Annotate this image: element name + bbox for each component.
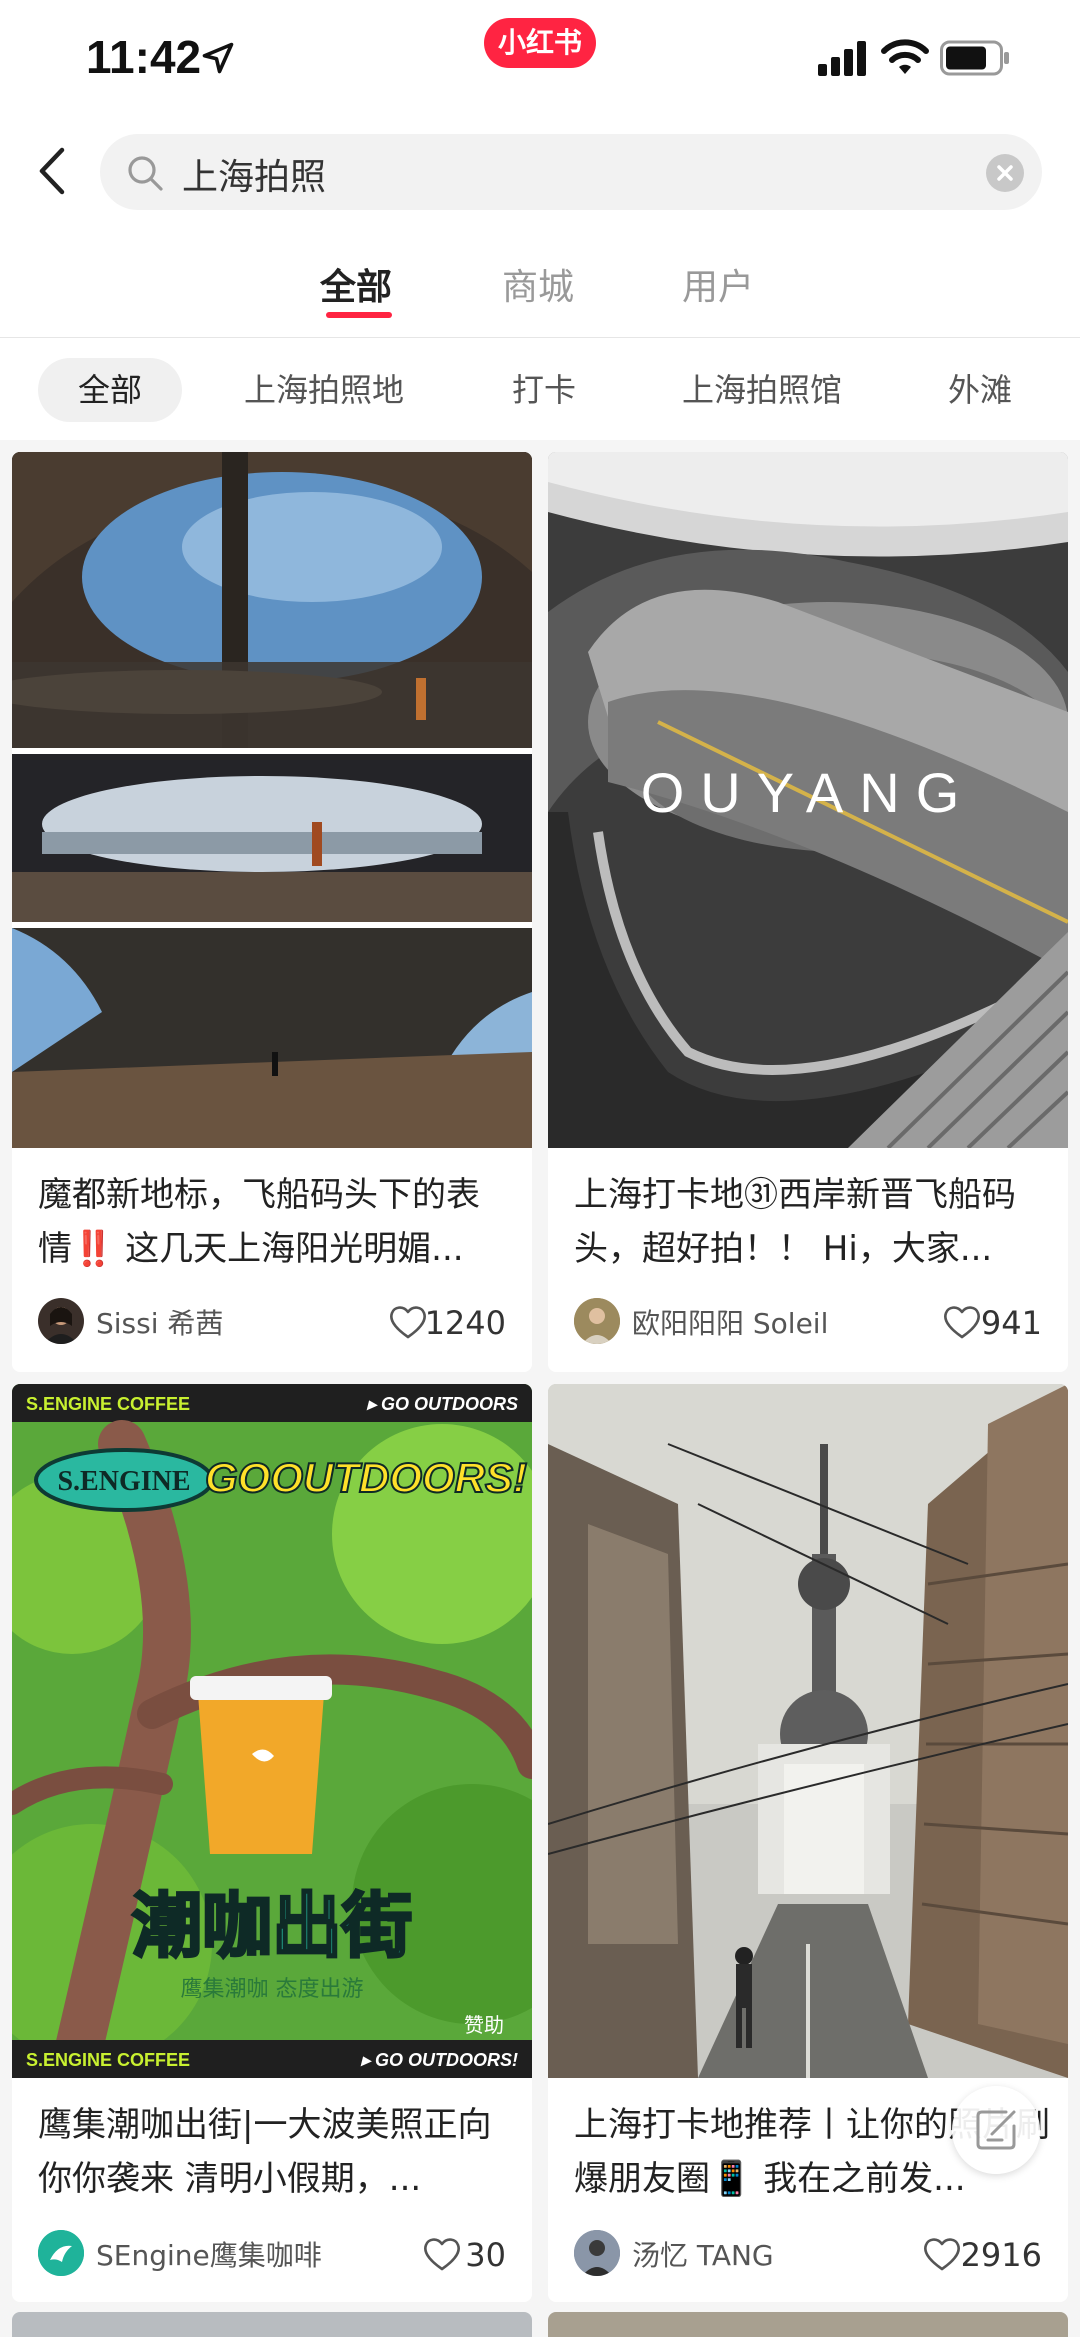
ad-bottom-right-text: ▸ GO OUTDOORS!	[360, 2050, 518, 2070]
note-cover-image[interactable]	[548, 1384, 1068, 2078]
search-icon	[128, 156, 163, 191]
app-badge: 小红书	[484, 18, 596, 68]
wifi-icon	[881, 39, 929, 74]
like-count: 2916	[960, 2236, 1042, 2274]
edit-icon	[976, 2110, 1016, 2150]
heart-icon[interactable]	[942, 1304, 982, 1340]
search-query-text: 上海拍照	[182, 157, 327, 198]
note-card[interactable]: OUYANG 上海打卡地㉛西岸新晋飞船码头，超好拍！！ Hi，大家... 欧阳阳…	[548, 452, 1068, 1372]
tab-all[interactable]: 全部	[320, 258, 392, 310]
active-tab-indicator	[326, 312, 392, 318]
like-count: 30	[465, 2236, 506, 2274]
like-count: 941	[980, 1304, 1042, 1342]
ad-top-left-text: S.ENGINE COFFEE	[26, 1394, 190, 1414]
heart-icon[interactable]	[388, 1304, 428, 1340]
like-count: 1240	[424, 1304, 506, 1342]
ad-brand-text: S.ENGINE	[57, 1466, 190, 1497]
ad-bottom-left-text: S.ENGINE COFFEE	[26, 2050, 190, 2070]
note-cover-image[interactable]: S.ENGINE COFFEE ▸ GO OUTDOORS S.ENGINE G…	[12, 1384, 532, 2078]
result-tabs: 全部 商城 用户	[0, 224, 1080, 338]
note-card[interactable]: S.ENGINE COFFEE ▸ GO OUTDOORS S.ENGINE G…	[12, 1384, 532, 2302]
tab-users[interactable]: 用户	[682, 258, 754, 310]
note-title: 上海打卡地㉛西岸新晋飞船码头，超好拍！！ Hi，大家...	[574, 1175, 1016, 1269]
note-cover-image[interactable]: OUYANG	[548, 452, 1068, 1148]
chip-shanghai-photo-spots[interactable]: 上海拍照地	[244, 358, 404, 422]
close-icon	[997, 165, 1013, 181]
status-time: 11:42	[86, 31, 202, 83]
author-name[interactable]: Sissi 希茜	[96, 1302, 223, 1342]
tab-mall[interactable]: 商城	[502, 258, 574, 310]
search-results-page: 11:42 小红书 上海拍照 全部 商城 用户 全部 上海拍照地 打卡 上海拍照…	[0, 0, 1080, 2337]
search-header: 上海拍照	[0, 120, 1080, 224]
ad-slogan-text: GOOUTDOORS!	[205, 1454, 527, 1501]
cellular-signal-icon	[818, 41, 866, 76]
back-arrow-icon[interactable]	[28, 138, 80, 204]
cover-overlay-text: OUYANG	[641, 761, 976, 824]
heart-icon[interactable]	[422, 2236, 462, 2272]
ad-sub-text: 鹰集潮咖 态度出游	[181, 1977, 364, 2002]
heart-icon[interactable]	[922, 2236, 962, 2272]
clear-search-button[interactable]	[986, 154, 1024, 192]
note-cover-image[interactable]	[12, 452, 532, 1148]
sponsored-label: 赞助	[464, 2013, 504, 2037]
next-note-cover-peek[interactable]	[12, 2312, 532, 2337]
note-title: 魔都新地标，飞船码头下的表情‼️ 这几天上海阳光明媚...	[38, 1175, 480, 1269]
author-name[interactable]: 汤忆 TANG	[632, 2234, 774, 2274]
ad-headline-text: 潮咖出街	[132, 1885, 412, 1967]
status-bar: 11:42 小红书	[0, 0, 1080, 120]
chip-check-in[interactable]: 打卡	[512, 358, 576, 422]
author-avatar[interactable]	[574, 2230, 620, 2276]
chip-shanghai-photo-studio[interactable]: 上海拍照馆	[682, 358, 842, 422]
author-name[interactable]: SEngine鹰集咖啡	[96, 2234, 322, 2274]
author-avatar[interactable]	[38, 2230, 84, 2276]
ad-top-right-text: ▸ GO OUTDOORS	[366, 1394, 518, 1414]
battery-icon	[940, 40, 1009, 76]
chip-the-bund[interactable]: 外滩	[948, 358, 1012, 422]
location-arrow-icon	[202, 42, 234, 74]
note-card[interactable]: 魔都新地标，飞船码头下的表情‼️ 这几天上海阳光明媚... Sissi 希茜 1…	[12, 452, 532, 1372]
author-avatar[interactable]	[38, 1298, 84, 1344]
compose-button[interactable]	[952, 2086, 1040, 2174]
next-note-cover-peek[interactable]	[548, 2312, 1068, 2337]
author-avatar[interactable]	[574, 1298, 620, 1344]
author-name[interactable]: 欧阳阳阳 Soleil	[632, 1302, 828, 1342]
note-title: 鹰集潮咖出街|一大波美照正向你你袭来 清明小假期，...	[38, 2105, 492, 2199]
search-input[interactable]: 上海拍照	[100, 134, 1042, 210]
filter-chips: 全部 上海拍照地 打卡 上海拍照馆 外滩	[0, 338, 1080, 440]
chip-all[interactable]: 全部	[38, 358, 183, 422]
